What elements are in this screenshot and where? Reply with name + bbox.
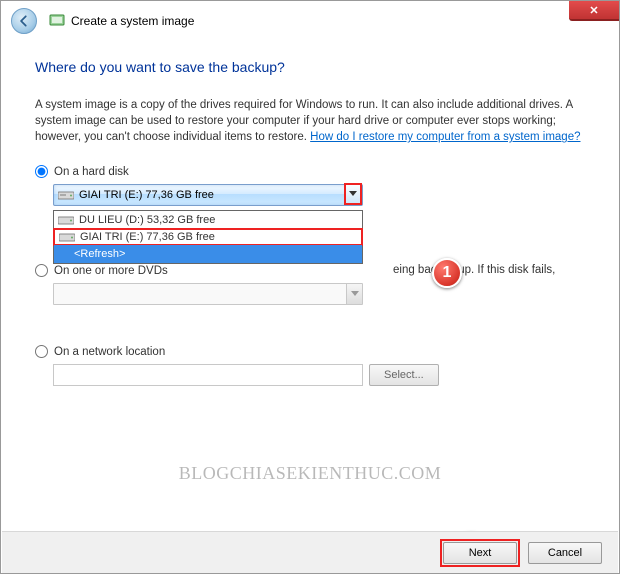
close-icon: ✕ [589, 4, 598, 17]
chevron-down-icon [349, 191, 357, 197]
dropdown-item[interactable]: DU LIEU (D:) 53,32 GB free [54, 211, 362, 229]
warning-text-fragment: eing backed up. If this disk fails, [393, 264, 555, 276]
footer-bar: Next Cancel [2, 531, 618, 573]
window-title: Create a system image [71, 14, 194, 28]
content-area: Where do you want to save the backup? A … [1, 41, 619, 386]
chevron-down-icon [351, 291, 359, 297]
radio-hard-disk-label: On a hard disk [54, 166, 129, 178]
dvd-combobox [53, 283, 363, 305]
hard-drive-icon [58, 189, 74, 201]
radio-hard-disk[interactable] [35, 165, 48, 178]
system-image-icon [49, 13, 65, 29]
option-network[interactable]: On a network location [35, 345, 585, 358]
next-button-highlight: Next [440, 539, 520, 567]
hard-drive-icon [58, 214, 74, 226]
radio-network[interactable] [35, 345, 48, 358]
radio-dvd[interactable] [35, 264, 48, 277]
select-button: Select... [369, 364, 439, 386]
dropdown-item-label: GIAI TRI (E:) 77,36 GB free [80, 231, 215, 243]
drive-combobox[interactable]: GIAI TRI (E:) 77,36 GB free [53, 184, 363, 206]
help-link[interactable]: How do I restore my computer from a syst… [310, 131, 580, 143]
dropdown-refresh-label: <Refresh> [74, 248, 125, 260]
arrow-left-icon [17, 14, 31, 28]
combobox-arrow[interactable] [344, 183, 362, 205]
drive-dropdown: DU LIEU (D:) 53,32 GB free GIAI TRI (E:)… [53, 210, 363, 264]
radio-dvd-label: On one or more DVDs [54, 265, 168, 277]
next-button[interactable]: Next [443, 542, 517, 564]
window-header: Create a system image [1, 1, 619, 41]
dropdown-item-selected[interactable]: GIAI TRI (E:) 77,36 GB free [53, 228, 363, 246]
combobox-selected-label: GIAI TRI (E:) 77,36 GB free [79, 189, 214, 201]
watermark: BLOGCHIASEKIENTHUC.COM [179, 463, 442, 484]
hard-drive-icon [59, 231, 75, 243]
network-path-input [53, 364, 363, 386]
radio-network-label: On a network location [54, 346, 165, 358]
window-close-button[interactable]: ✕ [569, 1, 619, 21]
cancel-button[interactable]: Cancel [528, 542, 602, 564]
description: A system image is a copy of the drives r… [35, 97, 585, 145]
dropdown-item-label: DU LIEU (D:) 53,32 GB free [79, 214, 215, 226]
option-hard-disk[interactable]: On a hard disk [35, 165, 585, 178]
dropdown-refresh[interactable]: <Refresh> [54, 245, 362, 263]
annotation-callout-1: 1 [432, 258, 462, 288]
page-heading: Where do you want to save the backup? [35, 59, 585, 75]
dvd-combobox-arrow [346, 284, 362, 304]
back-button[interactable] [11, 8, 37, 34]
